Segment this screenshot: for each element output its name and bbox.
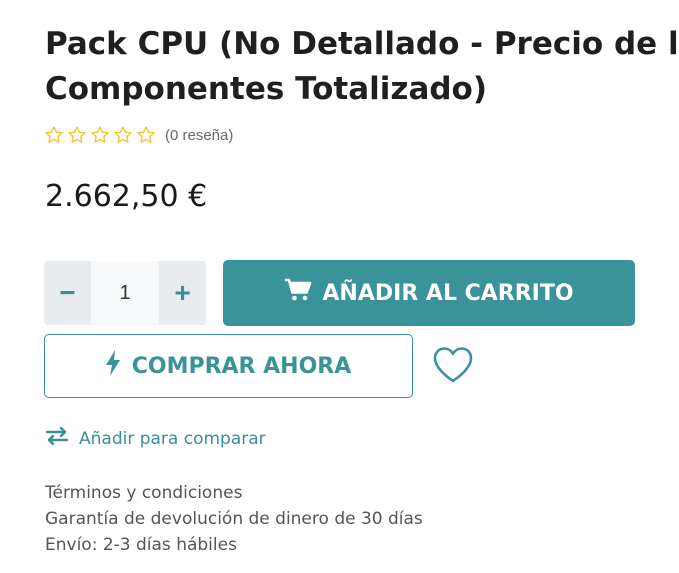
star-icon [90, 125, 110, 145]
rating-stars [44, 125, 156, 145]
refund-guarantee-text: Garantía de devolución de dinero de 30 d… [45, 509, 423, 529]
star-icon [136, 125, 156, 145]
cart-icon [284, 278, 322, 308]
add-to-compare-label: Añadir para comparar [79, 428, 266, 449]
bolt-icon [105, 350, 132, 382]
quantity-increase-button[interactable]: + [159, 261, 206, 325]
buy-now-button[interactable]: COMPRAR AHORA [44, 334, 413, 398]
quantity-input[interactable] [91, 261, 159, 325]
product-title-line-2: Componentes Totalizado) [45, 71, 488, 107]
add-to-cart-button[interactable]: AÑADIR AL CARRITO [223, 260, 635, 326]
wishlist-button[interactable] [432, 346, 474, 389]
product-price: 2.662,50 € [45, 179, 208, 214]
star-icon [113, 125, 133, 145]
buy-now-label: COMPRAR AHORA [131, 353, 352, 379]
product-rating[interactable]: (0 reseña) [44, 125, 233, 145]
heart-icon [432, 347, 474, 388]
terms-text: Términos y condiciones [45, 483, 243, 503]
product-info-list: Términos y condiciones Garantía de devol… [45, 480, 423, 558]
product-title: Pack CPU (No Detallado - Precio de los C… [45, 22, 679, 112]
review-count-link[interactable]: (0 reseña) [165, 127, 233, 144]
add-to-compare-link[interactable]: Añadir para comparar [45, 426, 266, 450]
quantity-decrease-button[interactable]: − [44, 261, 91, 325]
compare-arrows-icon [45, 426, 79, 450]
add-to-cart-label: AÑADIR AL CARRITO [322, 280, 574, 306]
quantity-stepper: − + [44, 261, 206, 325]
shipping-text: Envío: 2-3 días hábiles [45, 535, 237, 555]
product-title-line-1: Pack CPU (No Detallado - Precio de los [45, 26, 679, 62]
star-icon [44, 125, 64, 145]
star-icon [67, 125, 87, 145]
